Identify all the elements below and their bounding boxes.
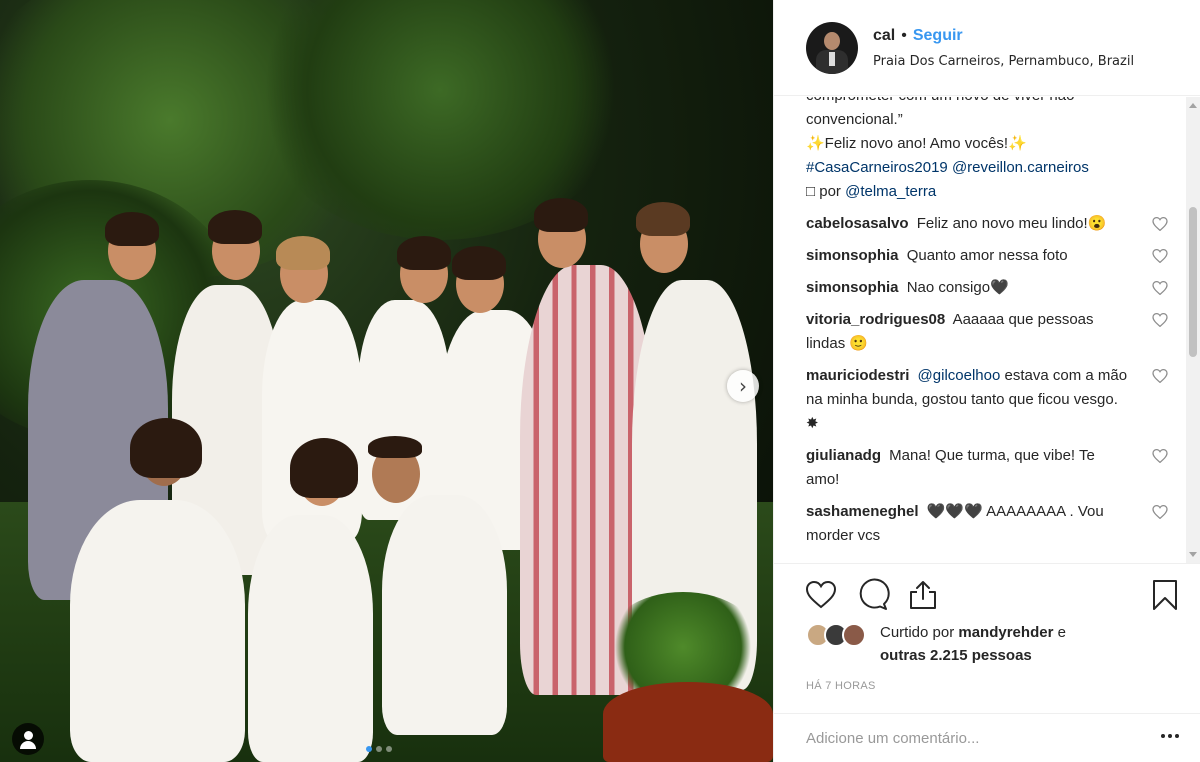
person-hair [452, 246, 506, 280]
mention-link[interactable]: @gilcoelhoo [918, 367, 1001, 384]
person [70, 500, 245, 762]
likes-summary: Curtido por mandyrehder e outras 2.215 p… [806, 621, 1066, 667]
caption: comprometer com um novo de viver não con… [806, 97, 1186, 204]
photo-credit-label: □ por [806, 183, 841, 200]
follow-button[interactable]: Seguir [913, 27, 963, 45]
comment-text: Nao consigo🖤 [906, 279, 1009, 296]
separator: • [901, 26, 907, 44]
person [248, 515, 373, 762]
scroll-up-arrow[interactable] [1189, 103, 1197, 108]
likes-connector: e [1057, 624, 1066, 641]
comment-input[interactable] [806, 729, 1126, 747]
comment: vitoria_rodrigues08 Aaaaaa que pessoas l… [806, 308, 1186, 356]
user-tag-button[interactable] [12, 723, 44, 755]
likes-count[interactable]: outras 2.215 pessoas [880, 647, 1032, 664]
action-bar [774, 563, 1200, 624]
comment: mauriciodestri @gilcoelhoo estava com a … [806, 364, 1186, 436]
comments-scrollbar[interactable] [1186, 97, 1200, 563]
post-header: cal • Seguir Praia Dos Carneiros, Pernam… [774, 0, 1200, 96]
avatar [842, 623, 866, 647]
heart-icon[interactable] [1152, 217, 1168, 231]
scroll-thumb[interactable] [1189, 207, 1197, 357]
mention-link[interactable]: @reveillon.carneiros [952, 159, 1089, 176]
chevron-right-icon: › [739, 374, 747, 398]
next-slide-button[interactable]: › [727, 370, 759, 402]
carousel-dot [366, 746, 372, 752]
post-timestamp[interactable]: HÁ 7 HORAS [806, 680, 876, 692]
comment: simonsophia Nao consigo🖤 [806, 276, 1186, 300]
heart-icon[interactable] [1152, 249, 1168, 263]
comment: simonsophia Quanto amor nessa foto [806, 244, 1186, 268]
add-comment-bar [774, 713, 1200, 762]
comment-text: Quanto amor nessa foto [906, 247, 1068, 264]
carousel-dot [386, 746, 392, 752]
scroll-down-arrow[interactable] [1189, 552, 1197, 557]
heart-icon[interactable] [804, 578, 838, 612]
location-link[interactable]: Praia Dos Carneiros, Pernambuco, Brazil [873, 54, 1134, 69]
comment-icon[interactable] [856, 578, 890, 612]
comment: giulianadg Mana! Que turma, que vibe! Te… [806, 444, 1186, 492]
post-sidebar: cal • Seguir Praia Dos Carneiros, Pernam… [773, 0, 1200, 762]
caption-line: comprometer com um novo de viver não [806, 97, 1186, 108]
comment-user[interactable]: cabelosasalvo [806, 215, 909, 232]
comment: sashameneghel 🖤🖤🖤 AAAAAAAA . Vou morder … [806, 500, 1186, 548]
mention-link[interactable]: @telma_terra [845, 183, 936, 200]
share-icon[interactable] [906, 578, 940, 612]
avatar[interactable] [806, 21, 858, 74]
instagram-post: › cal • Seguir Praia Dos Carneiros, Pern… [0, 0, 1200, 762]
carousel-dot [376, 746, 382, 752]
comment-user[interactable]: giulianadg [806, 447, 881, 464]
carousel-dots [366, 746, 392, 752]
caption-line: ✨Feliz novo ano! Amo vocês!✨ [806, 135, 1027, 152]
person-hair [636, 202, 690, 236]
person-hair [130, 418, 202, 478]
username[interactable]: cal [873, 27, 895, 45]
bookmark-icon[interactable] [1148, 578, 1182, 612]
comments-list[interactable]: comprometer com um novo de viver não con… [774, 97, 1186, 563]
heart-icon[interactable] [1152, 449, 1168, 463]
heart-icon[interactable] [1152, 313, 1168, 327]
heart-icon[interactable] [1152, 505, 1168, 519]
comment-user[interactable]: simonsophia [806, 247, 899, 264]
person-hair [534, 198, 588, 232]
caption-line: convencional.” [806, 111, 903, 128]
comment-user[interactable]: simonsophia [806, 279, 899, 296]
heart-icon[interactable] [1152, 369, 1168, 383]
liker-avatars[interactable] [806, 623, 878, 647]
more-options-icon[interactable] [1161, 734, 1179, 738]
hashtag-link[interactable]: #CasaCarneiros2019 [806, 159, 948, 176]
person-hair [368, 436, 422, 458]
person-hair [105, 212, 159, 246]
comment: cabelosasalvo Feliz ano novo meu lindo!😮 [806, 212, 1186, 236]
person-hair [208, 210, 262, 244]
liker-username[interactable]: mandyrehder [958, 624, 1053, 641]
comment-user[interactable]: vitoria_rodrigues08 [806, 311, 945, 328]
person-hair [276, 236, 330, 270]
likes-prefix: Curtido por [880, 624, 955, 641]
person-hair [397, 236, 451, 270]
person-hair [290, 438, 358, 498]
person [382, 495, 507, 735]
comment-user[interactable]: sashameneghel [806, 503, 919, 520]
person [262, 300, 362, 540]
comment-user[interactable]: mauriciodestri [806, 367, 909, 384]
comment-text: Feliz ano novo meu lindo!😮 [916, 215, 1107, 232]
post-photo[interactable]: › [0, 0, 773, 762]
heart-icon[interactable] [1152, 281, 1168, 295]
planter [603, 682, 773, 762]
